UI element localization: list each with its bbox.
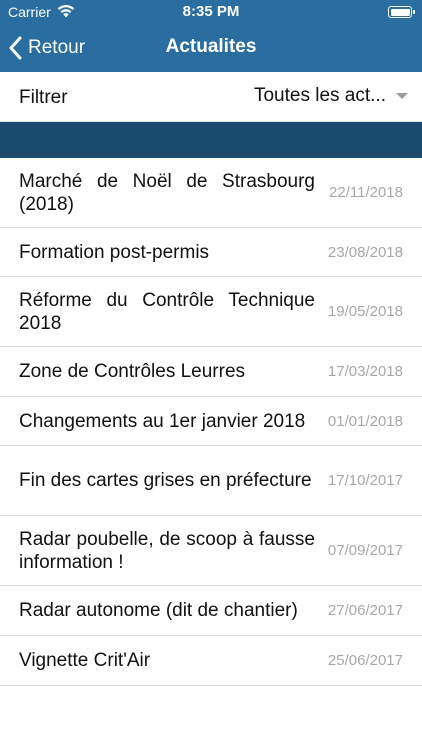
list-item[interactable]: Formation post-permis 23/08/2018 [0, 228, 422, 277]
list-item[interactable]: Marché de Noël de Strasbourg (2018) 22/1… [0, 158, 422, 228]
article-title: Zone de Contrôles Leurres [19, 361, 246, 382]
article-date: 25/06/2017 [327, 652, 403, 669]
article-title: Fin des cartes grises en préfecture [19, 470, 312, 491]
filter-selected-value: Toutes les act... [253, 85, 386, 106]
article-date: 07/09/2017 [327, 542, 403, 559]
list-item[interactable]: Vignette Crit'Air 25/06/2017 [0, 636, 422, 686]
news-list: Marché de Noël de Strasbourg (2018) 22/1… [0, 158, 422, 686]
article-date: 19/05/2018 [327, 303, 403, 320]
status-time: 8:35 PM [182, 3, 240, 20]
list-item[interactable]: Changements au 1er janvier 2018 01/01/20… [0, 397, 422, 446]
section-header [0, 122, 422, 158]
filter-bar: Filtrer Toutes les act... [0, 72, 422, 122]
article-date: 22/11/2018 [329, 184, 403, 201]
battery-icon [388, 6, 415, 18]
page-title: Actualites [165, 36, 257, 57]
list-item[interactable]: Zone de Contrôles Leurres 17/03/2018 [0, 347, 422, 397]
article-date: 23/08/2018 [327, 243, 403, 261]
list-item[interactable]: Réforme du Contrôle Technique 2018 19/05… [0, 277, 422, 347]
article-title: Radar poubelle, de scoop à fausse inform… [19, 528, 315, 573]
article-date: 17/03/2018 [327, 363, 403, 380]
battery-fill [390, 8, 410, 16]
article-title: Réforme du Contrôle Technique 2018 [19, 289, 315, 334]
article-title: Marché de Noël de Strasbourg (2018) [19, 170, 315, 215]
article-title: Changements au 1er janvier 2018 [19, 410, 306, 432]
status-bar: Carrier 8:35 PM [0, 0, 422, 24]
article-title: Radar autonome (dit de chantier) [19, 600, 298, 621]
article-title: Formation post-permis [19, 241, 210, 263]
filter-select[interactable]: Toutes les act... [254, 85, 408, 107]
article-date: 27/06/2017 [327, 602, 403, 619]
article-title: Vignette Crit'Air [19, 650, 151, 671]
article-date: 17/10/2017 [327, 472, 403, 489]
navigation-bar: Retour Actualites [0, 24, 422, 72]
caret-down-icon [396, 93, 408, 99]
list-item[interactable]: Radar poubelle, de scoop à fausse inform… [0, 516, 422, 586]
list-item[interactable]: Radar autonome (dit de chantier) 27/06/2… [0, 586, 422, 636]
list-item[interactable]: Fin des cartes grises en préfecture 17/1… [0, 446, 422, 516]
article-date: 01/01/2018 [327, 412, 403, 430]
filter-label: Filtrer [19, 87, 68, 108]
